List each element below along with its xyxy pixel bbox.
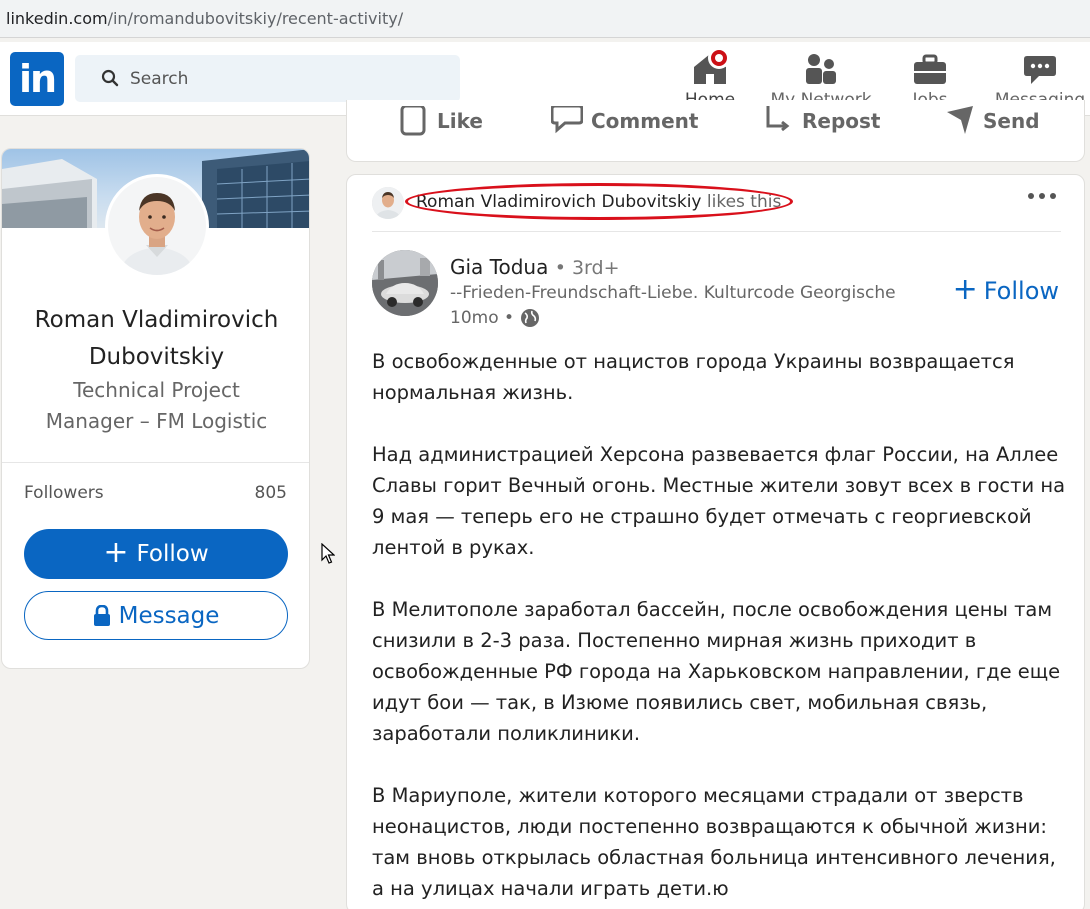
- notification-badge: [708, 47, 730, 69]
- briefcase-icon: [914, 54, 946, 84]
- like-icon: [400, 106, 426, 136]
- followers-label: Followers: [24, 483, 104, 503]
- more-options-icon[interactable]: [1028, 193, 1056, 199]
- search-input[interactable]: [130, 65, 430, 93]
- author-name[interactable]: Gia Todua • 3rd+: [450, 255, 620, 279]
- plus-icon: +: [103, 534, 129, 570]
- profile-headline-line2: Manager – FM Logistic: [45, 409, 268, 433]
- post-paragraph: В освобожденные от нацистов города Украи…: [372, 350, 1015, 404]
- lock-icon: [93, 604, 110, 626]
- url-text[interactable]: linkedin.com/in/romandubovitskiy/recent-…: [6, 9, 403, 28]
- network-icon: [806, 54, 836, 84]
- profile-headline: Technical Project Manager – FM Logistic: [2, 375, 309, 437]
- red-annotation-ellipse: [405, 183, 793, 220]
- comment-icon: [551, 106, 583, 134]
- feed-post-card: Roman Vladimirovich Dubovitskiy likes th…: [346, 174, 1085, 909]
- post-time-text: 10mo •: [450, 308, 515, 328]
- author-name-text: Gia Todua: [450, 255, 549, 279]
- mouse-cursor-icon: [321, 543, 335, 564]
- post-header-divider: [372, 231, 1061, 232]
- followers-count: 805: [254, 483, 287, 503]
- globe-icon: [521, 309, 540, 327]
- url-host: linkedin.com: [6, 9, 108, 28]
- profile-message-label: Message: [118, 602, 220, 629]
- search-icon: [101, 69, 119, 87]
- post-paragraph: В Мариуполе, жители которого месяцами ст…: [372, 784, 1056, 900]
- linkedin-logo[interactable]: in: [10, 52, 64, 106]
- profile-headline-line1: Technical Project: [73, 378, 240, 402]
- repost-icon: [766, 106, 790, 132]
- search-box[interactable]: [75, 55, 460, 102]
- profile-follow-button[interactable]: + Follow: [24, 529, 288, 579]
- profile-name-line2: Dubovitskiy: [88, 344, 225, 370]
- send-icon: [947, 106, 973, 134]
- send-button[interactable]: Send: [945, 106, 1040, 136]
- profile-follow-label: Follow: [136, 541, 209, 567]
- profile-divider: [2, 462, 309, 463]
- profile-card: Roman Vladimirovich Dubovitskiy Technica…: [1, 148, 310, 669]
- profile-message-button[interactable]: Message: [24, 591, 288, 640]
- repost-button[interactable]: Repost: [764, 106, 881, 136]
- messaging-icon: [1024, 56, 1056, 84]
- connection-degree: • 3rd+: [554, 257, 620, 279]
- comment-label: Comment: [591, 109, 699, 133]
- author-follow-label: Follow: [983, 277, 1059, 305]
- author-follow-button[interactable]: + Follow: [952, 271, 1059, 307]
- browser-url-bar[interactable]: linkedin.com/in/romandubovitskiy/recent-…: [0, 0, 1090, 38]
- post-paragraph: Над администрацией Херсона развевается ф…: [372, 443, 1066, 559]
- like-label: Like: [437, 109, 483, 133]
- author-avatar[interactable]: [372, 250, 438, 316]
- profile-name-line1: Roman Vladimirovich: [34, 307, 279, 333]
- profile-avatar[interactable]: [105, 174, 209, 278]
- previous-post-actions: Like Comment Repost Send: [346, 100, 1085, 162]
- post-paragraph: В Мелитополе заработал бассейн, после ос…: [372, 598, 1061, 745]
- send-label: Send: [983, 109, 1040, 133]
- comment-button[interactable]: Comment: [551, 106, 698, 136]
- repost-label: Repost: [802, 109, 881, 133]
- plus-icon: +: [952, 271, 978, 307]
- author-headline: --Frieden-Freundschaft-Liebe. Kulturcode…: [450, 283, 896, 303]
- like-button[interactable]: Like: [399, 106, 483, 136]
- url-path: /in/romandubovitskiy/recent-activity/: [107, 9, 404, 28]
- post-timestamp: 10mo •: [450, 308, 540, 328]
- profile-name[interactable]: Roman Vladimirovich Dubovitskiy: [2, 302, 309, 376]
- post-text: В освобожденные от нацистов города Украи…: [372, 346, 1072, 909]
- liker-avatar[interactable]: [372, 187, 404, 219]
